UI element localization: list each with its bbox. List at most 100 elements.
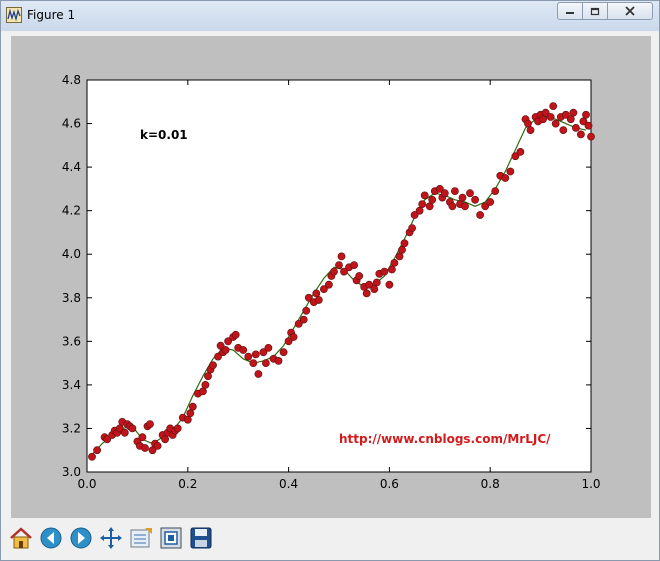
y-tick-label: 4.2 (62, 204, 81, 218)
data-point (88, 452, 96, 461)
y-tick-label: 4.6 (62, 117, 81, 131)
figure-window: Figure 1 0.0 0.2 0.4 0.6 0.8 1.0 3.0 3.2 3.4 3.6 3… (0, 0, 660, 561)
data-point (337, 252, 346, 261)
data-point (120, 428, 129, 437)
data-point (380, 267, 389, 276)
data-point (161, 435, 169, 444)
pan-button[interactable] (97, 524, 125, 552)
data-point (204, 372, 212, 381)
data-point (466, 189, 474, 198)
back-button[interactable] (37, 524, 65, 552)
data-point (461, 202, 469, 211)
data-point (239, 346, 248, 354)
x-tick-label: 0.4 (279, 477, 298, 491)
data-point (549, 102, 558, 110)
data-point (400, 239, 409, 248)
data-point (128, 424, 137, 433)
back-icon (40, 527, 62, 549)
x-tick-label: 0.2 (178, 477, 197, 491)
pan-icon (100, 527, 122, 549)
save-icon (190, 527, 212, 549)
window-title: Figure 1 (27, 8, 76, 22)
zoom-button[interactable] (157, 524, 185, 552)
x-tick-label: 0.6 (380, 477, 399, 491)
data-point (398, 245, 406, 254)
data-point (506, 167, 515, 176)
data-point (395, 252, 404, 261)
data-point (448, 202, 457, 211)
data-point (274, 356, 283, 365)
data-point (183, 415, 192, 424)
data-point (415, 206, 424, 215)
forward-button[interactable] (67, 524, 95, 552)
y-tick-label: 3.4 (62, 378, 81, 392)
data-point (559, 126, 568, 134)
k-annotation: k=0.01 (140, 128, 188, 142)
data-point (524, 119, 532, 128)
x-tick-label: 0.8 (481, 477, 500, 491)
data-point (350, 261, 358, 269)
data-point (335, 261, 343, 269)
data-point (372, 278, 381, 287)
data-point (244, 352, 253, 361)
x-tick-label: 0.0 (77, 477, 96, 491)
data-point (201, 380, 210, 389)
data-point (186, 409, 195, 418)
data-point (440, 189, 449, 198)
data-point (370, 285, 379, 293)
subplots-icon (130, 528, 152, 548)
maximize-icon (590, 7, 600, 15)
maximize-button[interactable] (582, 2, 608, 20)
data-point (314, 296, 323, 304)
matplotlib-app-icon (6, 7, 22, 23)
y-tick-label: 4.8 (62, 73, 81, 87)
data-point (264, 343, 273, 352)
data-point (188, 402, 197, 411)
data-point (491, 187, 500, 195)
data-point (587, 132, 595, 141)
data-point (569, 108, 578, 117)
data-point (330, 267, 338, 276)
figure-canvas[interactable]: 0.0 0.2 0.4 0.6 0.8 1.0 3.0 3.2 3.4 3.6 3.8 4.0 4.2 4… (11, 36, 651, 518)
data-point (418, 200, 427, 208)
data-point (141, 444, 149, 452)
subplots-button[interactable] (127, 524, 155, 552)
data-point (471, 195, 479, 204)
y-tick-label: 4.0 (62, 247, 81, 261)
data-point (249, 359, 258, 367)
scatter-plot: 0.0 0.2 0.4 0.6 0.8 1.0 3.0 3.2 3.4 3.6 3.8 4.0 4.2 4… (62, 73, 601, 491)
data-point (254, 370, 263, 378)
data-point (279, 348, 288, 357)
y-tick-label: 3.2 (62, 421, 81, 435)
data-point (387, 265, 396, 274)
data-point (390, 258, 399, 267)
minimize-icon (566, 12, 574, 14)
data-point (209, 361, 217, 370)
title-bar[interactable]: Figure 1 (1, 1, 659, 31)
data-point (251, 350, 260, 359)
save-button[interactable] (187, 524, 215, 552)
data-point (385, 280, 394, 289)
data-point (572, 124, 580, 132)
data-point (324, 280, 333, 289)
data-point (428, 195, 437, 204)
close-button[interactable] (607, 2, 653, 20)
minimize-button[interactable] (557, 2, 583, 20)
data-point (420, 191, 429, 200)
data-point (408, 224, 416, 232)
x-tick-label: 1.0 (581, 477, 600, 491)
data-point (526, 126, 535, 134)
data-point (362, 289, 371, 298)
data-point (577, 130, 585, 139)
data-point (231, 330, 240, 339)
data-point (261, 359, 270, 367)
data-point (501, 174, 510, 182)
data-point (546, 113, 555, 121)
y-tick-label: 3.0 (62, 465, 81, 479)
data-point (93, 446, 101, 455)
y-tick-label: 3.8 (62, 291, 81, 305)
data-point (539, 115, 547, 124)
home-button[interactable] (7, 524, 35, 552)
data-point (458, 193, 467, 202)
data-point (138, 433, 147, 442)
